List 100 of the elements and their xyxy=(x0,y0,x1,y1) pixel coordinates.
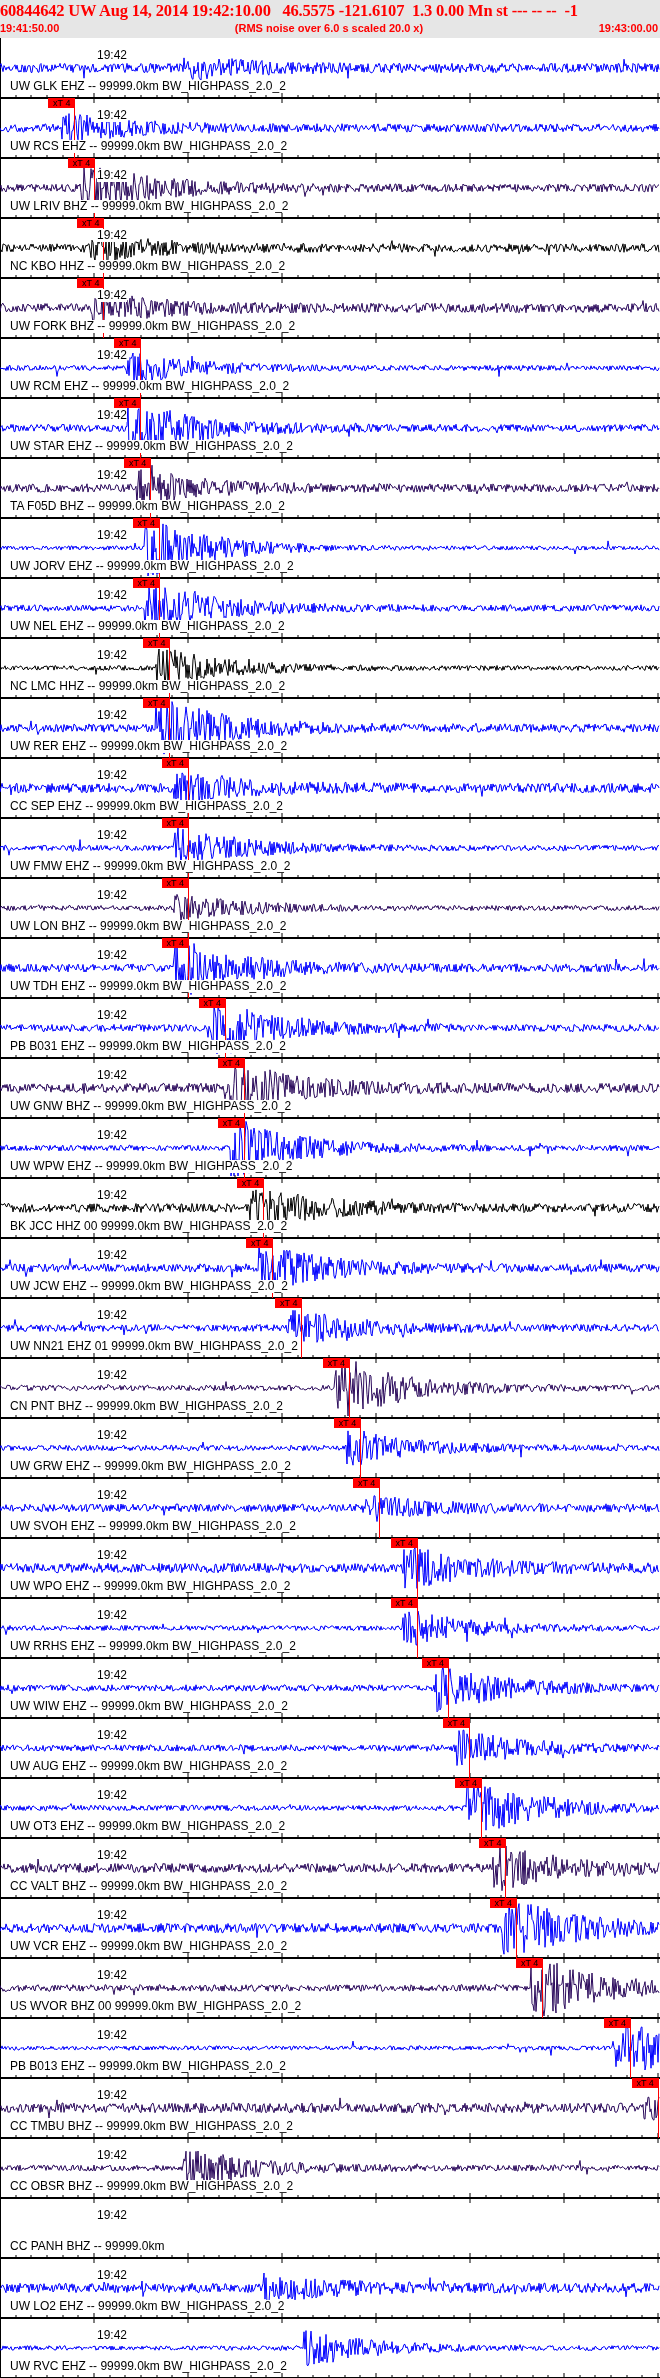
channel-label: CN PNT BHZ -- 99999.0km BW_HIGHPASS_2.0_2 xyxy=(10,1400,283,1413)
time-label: 19:42 xyxy=(97,229,128,242)
pick-marker: xT 4 xyxy=(390,1598,418,1608)
pick-marker: xT 4 xyxy=(114,398,142,408)
channel-label: UW RVC EHZ -- 99999.0km BW_HIGHPASS_2.0_2 xyxy=(10,2360,287,2373)
channel-label: UW FMW EHZ -- 99999.0km BW_HIGHPASS_2.0_2 xyxy=(10,860,291,873)
channel-label: UW AUG EHZ -- 99999.0km BW_HIGHPASS_2.0_2 xyxy=(10,1760,288,1773)
time-label: 19:42 xyxy=(97,2089,128,2102)
channel-label: TA F05D BHZ -- 99999.0km BW_HIGHPASS_2.0_2 xyxy=(10,500,285,513)
channel-label: CC PANH BHZ -- 99999.0km xyxy=(10,2240,165,2253)
channel-label: UW WIW EHZ -- 99999.0km BW_HIGHPASS_2.0_2 xyxy=(10,1700,288,1713)
pick-marker: xT 4 xyxy=(143,638,171,648)
time-label: 19:42 xyxy=(97,1909,128,1922)
time-label: 19:42 xyxy=(97,1429,128,1442)
channel-label: UW SVOH EHZ -- 99999.0km BW_HIGHPASS_2.0_2 xyxy=(10,1520,296,1533)
time-label: 19:42 xyxy=(97,2029,128,2042)
channel-label: BK JCC HHZ 00 99999.0km BW_HIGHPASS_2.0_2 xyxy=(10,1220,288,1233)
time-label: 19:42 xyxy=(97,1009,128,1022)
pick-marker: xT 4 xyxy=(132,518,160,528)
pick-marker: xT 4 xyxy=(334,1418,361,1428)
time-label: 19:42 xyxy=(97,2209,128,2222)
pick-marker: xT 4 xyxy=(322,1358,350,1368)
pick-marker: xT 4 xyxy=(479,1838,507,1848)
time-label: 19:42 xyxy=(97,1249,128,1262)
pick-marker: xT 4 xyxy=(390,1538,418,1548)
pick-marker: xT 4 xyxy=(161,818,189,828)
time-label: 19:42 xyxy=(97,109,128,122)
pick-marker: xT 4 xyxy=(631,2078,659,2088)
channel-label: UW RCM EHZ -- 99999.0km BW_HIGHPASS_2.0_2 xyxy=(10,380,290,393)
event-title: 60844642 UW Aug 14, 2014 19:42:10.00 46.5575 -121.6107 1.3 0.00 Mn st --- -- -- -1 xyxy=(0,0,579,21)
pick-marker: xT 4 xyxy=(143,698,171,708)
time-label: 19:42 xyxy=(97,409,128,422)
pick-marker: xT 4 xyxy=(77,278,105,288)
channel-label: UW GRW EHZ -- 99999.0km BW_HIGHPASS_2.0_2 xyxy=(10,1460,291,1473)
pick-marker: xT 4 xyxy=(442,1718,470,1728)
channel-label: UW LRIV BHZ -- 99999.0km BW_HIGHPASS_2.0_2 xyxy=(10,200,289,213)
time-label: 19:42 xyxy=(97,1669,128,1682)
channel-label: UW RER EHZ -- 99999.0km BW_HIGHPASS_2.0_2 xyxy=(10,740,288,753)
channel-label: PB B013 EHZ -- 99999.0km BW_HIGHPASS_2.0_2 xyxy=(10,2060,286,2073)
channel-label: PB B031 EHZ -- 99999.0km BW_HIGHPASS_2.0_2 xyxy=(10,1040,286,1053)
pick-marker: xT 4 xyxy=(77,218,105,228)
pick-marker: xT 4 xyxy=(275,1298,303,1308)
time-label: 19:42 xyxy=(97,949,128,962)
start-time: 19:41:50.00 xyxy=(0,21,60,35)
channel-label: UW GLK EHZ -- 99999.0km BW_HIGHPASS_2.0_2 xyxy=(10,80,286,93)
pick-marker: xT 4 xyxy=(353,1478,381,1488)
pick-marker: xT 4 xyxy=(132,578,160,588)
channel-label: UW TDH EHZ -- 99999.0km BW_HIGHPASS_2.0_2 xyxy=(10,980,287,993)
pick-marker: xT 4 xyxy=(217,1058,245,1068)
channel-label: UW OT3 EHZ -- 99999.0km BW_HIGHPASS_2.0_2 xyxy=(10,1820,286,1833)
time-label: 19:42 xyxy=(97,529,128,542)
channel-label: UW WPW EHZ -- 99999.0km BW_HIGHPASS_2.0_2 xyxy=(10,1160,293,1173)
channel-label: UW JORV EHZ -- 99999.0km BW_HIGHPASS_2.0_2 xyxy=(10,560,294,573)
channel-label: CC VALT BHZ -- 99999.0km BW_HIGHPASS_2.0_2 xyxy=(10,1880,288,1893)
pick-marker: xT 4 xyxy=(161,878,189,888)
channel-label: UW STAR EHZ -- 99999.0km BW_HIGHPASS_2.0_2 xyxy=(10,440,293,453)
channel-label: UW NN21 EHZ 01 99999.0km BW_HIGHPASS_2.0_2 xyxy=(10,1340,298,1353)
time-label: 19:42 xyxy=(97,1069,128,1082)
pick-marker: xT 4 xyxy=(603,2018,631,2028)
time-label: 19:42 xyxy=(97,469,128,482)
channel-label: UW FORK BHZ -- 99999.0km BW_HIGHPASS_2.0_2 xyxy=(10,320,296,333)
time-label: 19:42 xyxy=(97,709,128,722)
time-label: 19:42 xyxy=(97,49,128,62)
pick-marker: xT 4 xyxy=(237,1178,264,1188)
channel-label: NC KBO HHZ -- 99999.0km BW_HIGHPASS_2.0_2 xyxy=(10,260,286,273)
time-label: 19:42 xyxy=(97,1549,128,1562)
pick-marker: xT 4 xyxy=(217,1118,245,1128)
pick-marker: xT 4 xyxy=(421,1658,449,1668)
time-label: 19:42 xyxy=(97,1129,128,1142)
time-label: 19:42 xyxy=(97,829,128,842)
pick-marker: xT 4 xyxy=(246,1238,274,1248)
time-label: 19:42 xyxy=(97,1309,128,1322)
time-label: 19:42 xyxy=(97,2329,128,2342)
time-label: 19:42 xyxy=(97,2149,128,2162)
channel-label: UW GNW BHZ -- 99999.0km BW_HIGHPASS_2.0_2 xyxy=(10,1100,292,1113)
channel-label: UW RCS EHZ -- 99999.0km BW_HIGHPASS_2.0_2 xyxy=(10,140,288,153)
pick-marker: xT 4 xyxy=(454,1778,482,1788)
time-label: 19:42 xyxy=(97,589,128,602)
pick-marker: xT 4 xyxy=(489,1898,517,1908)
channel-label: CC TMBU BHZ -- 99999.0km BW_HIGHPASS_2.0_2 xyxy=(10,2120,293,2133)
time-label: 19:42 xyxy=(97,1189,128,1202)
pick-marker: xT 4 xyxy=(198,998,226,1008)
channel-label: US WVOR BHZ 00 99999.0km BW_HIGHPASS_2.0_2 xyxy=(10,2000,302,2013)
channel-label: NC LMC HHZ -- 99999.0km BW_HIGHPASS_2.0_2 xyxy=(10,680,286,693)
time-label: 19:42 xyxy=(97,1849,128,1862)
time-label: 19:42 xyxy=(97,2269,128,2282)
time-label: 19:42 xyxy=(97,1969,128,1982)
time-label: 19:42 xyxy=(97,169,128,182)
pick-marker: xT 4 xyxy=(114,338,142,348)
channel-label: UW NEL EHZ -- 99999.0km BW_HIGHPASS_2.0_2 xyxy=(10,620,285,633)
time-label: 19:42 xyxy=(97,1369,128,1382)
time-label: 19:42 xyxy=(97,1789,128,1802)
time-label: 19:42 xyxy=(97,649,128,662)
channel-label: UW JCW EHZ -- 99999.0km BW_HIGHPASS_2.0_2 xyxy=(10,1280,288,1293)
pick-marker: xT 4 xyxy=(124,458,152,468)
time-label: 19:42 xyxy=(97,889,128,902)
channel-label: UW WPO EHZ -- 99999.0km BW_HIGHPASS_2.0_2 xyxy=(10,1580,291,1593)
time-label: 19:42 xyxy=(97,1609,128,1622)
time-label: 19:42 xyxy=(97,1489,128,1502)
pick-marker: xT 4 xyxy=(48,98,76,108)
